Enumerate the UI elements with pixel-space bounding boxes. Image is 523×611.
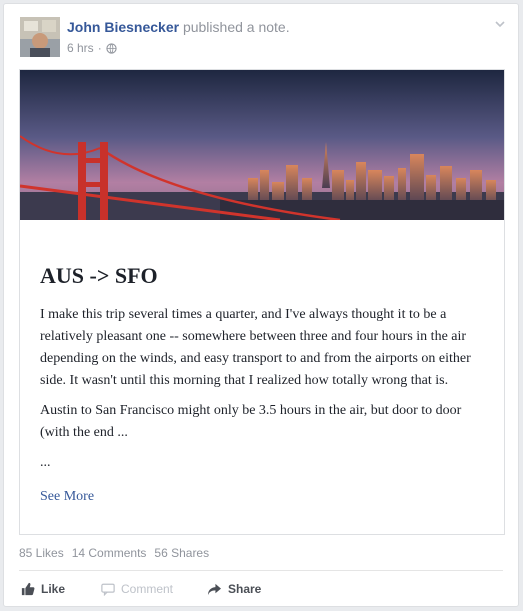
note-cover-image (20, 70, 504, 220)
engagement-stats: 85 Likes 14 Comments 56 Shares (19, 546, 209, 560)
share-arrow-icon (208, 583, 221, 595)
note-paragraph: I make this trip several times a quarter… (40, 307, 471, 388)
post-action-text: published a note. (182, 19, 290, 35)
comment-label: Comment (121, 582, 174, 596)
like-label: Like (41, 582, 66, 596)
chevron-down-icon[interactable] (494, 18, 506, 30)
share-label: Share (228, 582, 262, 596)
post-meta: 6 hrs · (67, 41, 117, 55)
note-preview[interactable]: AUS -> SFO I make this trip several time… (19, 69, 505, 535)
note-post-card: John Biesnecker published a note. 6 hrs … (3, 3, 519, 607)
likes-count[interactable]: 85 Likes (19, 546, 64, 560)
like-button[interactable]: Like (21, 574, 65, 604)
note-title[interactable]: AUS -> SFO (40, 263, 158, 289)
comment-icon (101, 583, 115, 596)
avatar-image (20, 17, 60, 57)
meta-separator: · (97, 41, 102, 55)
shares-count[interactable]: 56 Shares (154, 546, 209, 560)
avatar[interactable] (20, 17, 60, 57)
comment-button[interactable]: Comment (101, 574, 173, 604)
divider (19, 570, 503, 571)
comments-count[interactable]: 14 Comments (72, 546, 147, 560)
post-actions: Like Comment Share (19, 574, 505, 604)
share-button[interactable]: Share (207, 574, 261, 604)
note-body: I make this trip several times a quarter… (40, 304, 480, 482)
post-header: John Biesnecker published a note. (67, 19, 290, 35)
note-paragraph: Austin to San Francisco might only be 3.… (40, 403, 462, 440)
globe-icon[interactable] (106, 42, 117, 54)
author-name[interactable]: John Biesnecker (67, 19, 179, 35)
post-timestamp[interactable]: 6 hrs (67, 41, 94, 55)
note-ellipsis: ... (40, 455, 51, 470)
see-more-link[interactable]: See More (40, 489, 94, 505)
thumbs-up-icon (21, 582, 35, 596)
